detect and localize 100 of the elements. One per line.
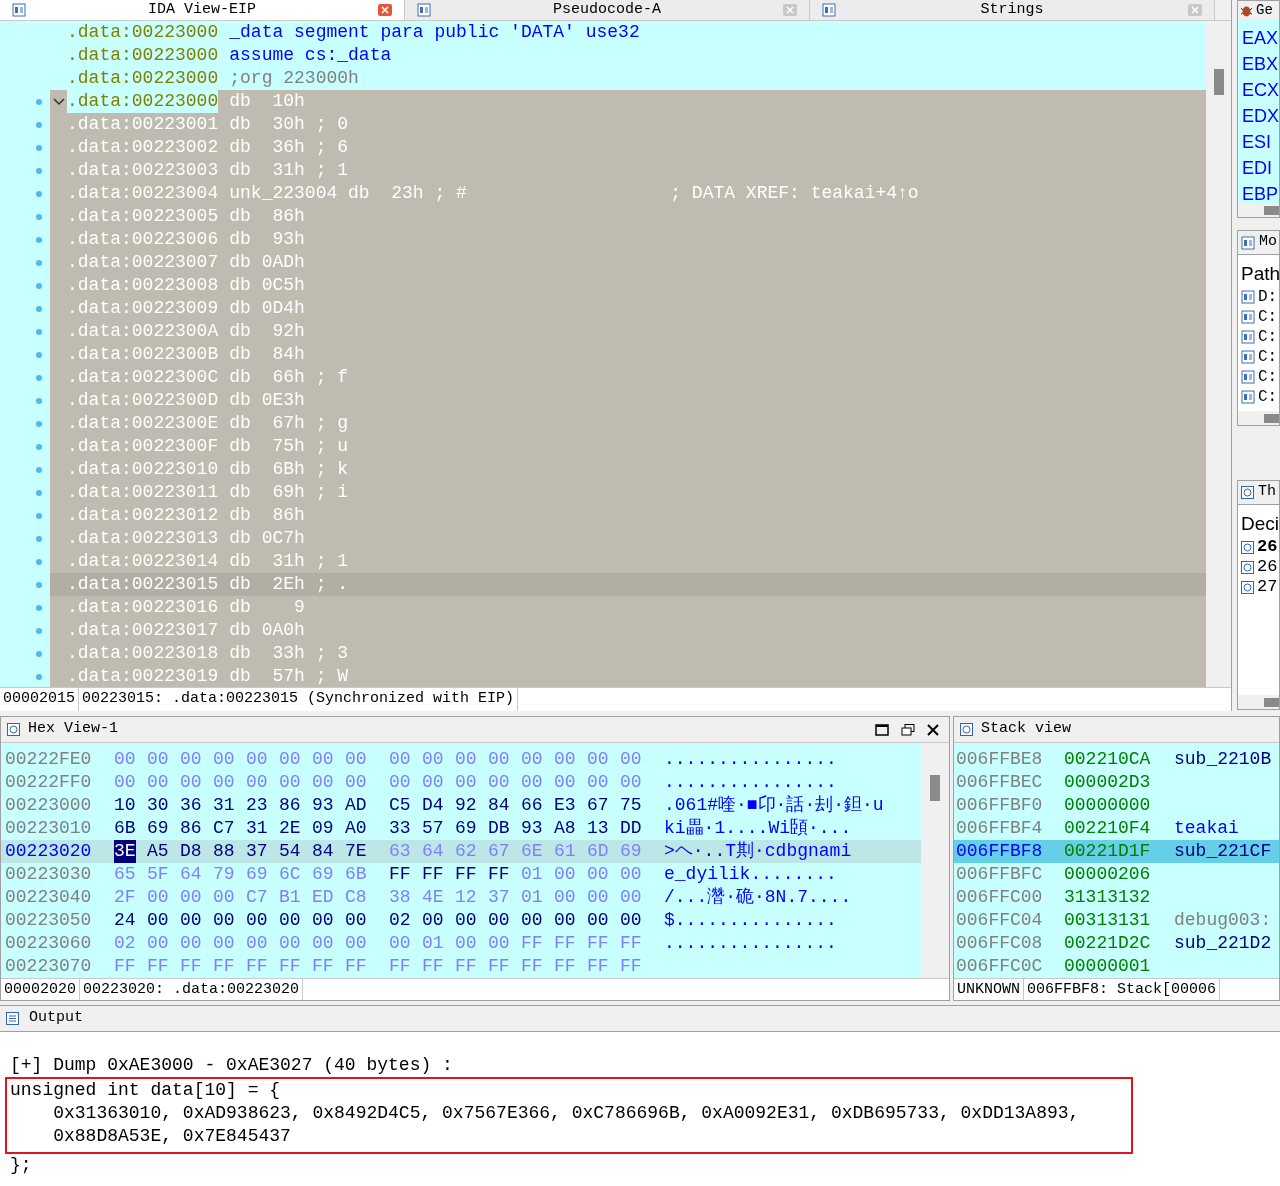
stack-value: 00313131 [1064,909,1152,932]
hex-byte: FF [521,932,543,955]
hex-byte: 69 [455,817,477,840]
hex-byte: FF [422,955,444,978]
tab[interactable]: Pseudocode-A [405,0,810,20]
stack-row[interactable]: 006FFC00 31313132 [954,886,1279,909]
module-icon [1241,235,1255,250]
line-marker-icon[interactable] [36,282,42,289]
line-marker-icon[interactable] [36,397,42,404]
register-name: EBX [1242,53,1279,76]
restore-icon[interactable] [901,723,915,736]
stack-row[interactable]: 006FFBF4 002210F4 teakai [954,817,1279,840]
hex-byte: 64 [422,840,444,863]
line-marker-icon[interactable] [36,121,42,128]
hex-byte: E3 [554,794,576,817]
register-name: ECX [1242,79,1279,102]
hex-byte: 33 [389,817,411,840]
hex-byte: 67 [488,840,510,863]
maximize-icon[interactable] [875,723,889,736]
line-code: db 31h ; 1 [229,159,349,182]
hex-byte: 5F [147,863,169,886]
close-button[interactable] [783,4,797,16]
scrollbar[interactable] [1238,695,1279,709]
output-line: }; [10,1154,33,1177]
line-marker-icon[interactable] [36,650,42,657]
line-marker-icon[interactable] [36,673,42,680]
line-marker-icon[interactable] [36,443,42,450]
tab[interactable]: Strings [810,0,1215,20]
line-marker-icon[interactable] [36,627,42,634]
close-button[interactable] [378,4,392,16]
close-button[interactable] [1188,4,1202,16]
line-marker-icon[interactable] [36,305,42,312]
line-marker-icon[interactable] [36,328,42,335]
line-marker-icon[interactable] [36,144,42,151]
hex-byte: FF [180,955,202,978]
stack-row[interactable]: 006FFBE8 002210CA sub_2210B [954,748,1279,771]
caret-icon[interactable] [52,97,65,106]
hex-byte: 00 [180,886,202,909]
line-address: .data:00223001 [67,113,219,136]
stack-row[interactable]: 006FFC08 00221D2C sub_221D2 [954,932,1279,955]
hex-byte: 84 [312,840,334,863]
hex-byte: 00 [180,748,202,771]
hex-byte: FF [345,955,367,978]
line-marker-icon[interactable] [36,558,42,565]
hex-address: 00223030 [4,863,93,886]
stack-row[interactable]: 006FFC0C 00000001 [954,955,1279,978]
hex-byte: 00 [620,909,642,932]
stack-row[interactable]: 006FFBFC 00000206 [954,863,1279,886]
line-marker-icon[interactable] [36,259,42,266]
hex-byte: FF [554,932,576,955]
close-icon[interactable] [927,723,939,736]
panel-title: Stack view [981,719,1071,740]
stack-row[interactable]: 006FFC04 00313131 debug003: [954,909,1279,932]
line-marker-icon[interactable] [36,167,42,174]
stack-row[interactable]: 006FFBEC 000002D3 [954,771,1279,794]
stack-value: 00221D2C [1064,932,1152,955]
module-icon [1241,390,1255,404]
line-marker-icon[interactable] [36,213,42,220]
line-marker-icon[interactable] [36,190,42,197]
hex-byte: 00 [246,771,268,794]
line-address: .data:00223005 [67,205,219,228]
line-marker-icon[interactable] [36,581,42,588]
stack-row[interactable]: 006FFBF0 00000000 [954,794,1279,817]
hex-byte: 00 [587,909,609,932]
line-marker-icon[interactable] [36,604,42,611]
line-marker-icon[interactable] [36,489,42,496]
line-marker-icon[interactable] [36,374,42,381]
hex-address: 00223010 [4,817,93,840]
hex-byte: A0 [345,817,367,840]
hex-byte: 2F [114,886,136,909]
ascii-text: ................ [664,748,837,771]
tab[interactable]: IDA View-EIP [0,0,405,20]
line-marker-icon[interactable] [36,535,42,542]
stack-row[interactable]: 006FFBF8 00221D1F sub_221CF [954,840,1279,863]
scrollbar[interactable] [921,743,949,978]
line-address: .data:00223019 [67,665,219,687]
listing-line[interactable]: .data:00223000 _data segment para public 'DATA' use32 [50,21,1206,44]
stack-value: 31313132 [1064,886,1152,909]
hex-byte: 00 [180,932,202,955]
line-marker-icon[interactable] [36,236,42,243]
listing-line[interactable]: .data:00223000 ;org 223000h [50,67,1206,90]
line-marker-icon[interactable] [36,420,42,427]
hex-byte: 00 [554,863,576,886]
hex-byte: 00 [180,771,202,794]
line-marker-icon[interactable] [36,98,42,105]
line-code: db 30h ; 0 [229,113,349,136]
hex-byte: 00 [554,909,576,932]
hex-byte: 00 [554,748,576,771]
hex-byte: 6C [279,863,301,886]
scrollbar[interactable] [1238,411,1279,425]
hex-byte: 63 [389,840,411,863]
hex-byte: FF [389,863,411,886]
stack-address: 006FFC04 [955,909,1044,932]
line-marker-icon[interactable] [36,466,42,473]
line-address: .data:00223007 [67,251,219,274]
line-marker-icon[interactable] [36,351,42,358]
line-marker-icon[interactable] [36,512,42,519]
hex-byte: 00 [246,748,268,771]
hex-byte: 13 [587,817,609,840]
listing-line[interactable]: .data:00223000 assume cs:_data [50,44,1206,67]
